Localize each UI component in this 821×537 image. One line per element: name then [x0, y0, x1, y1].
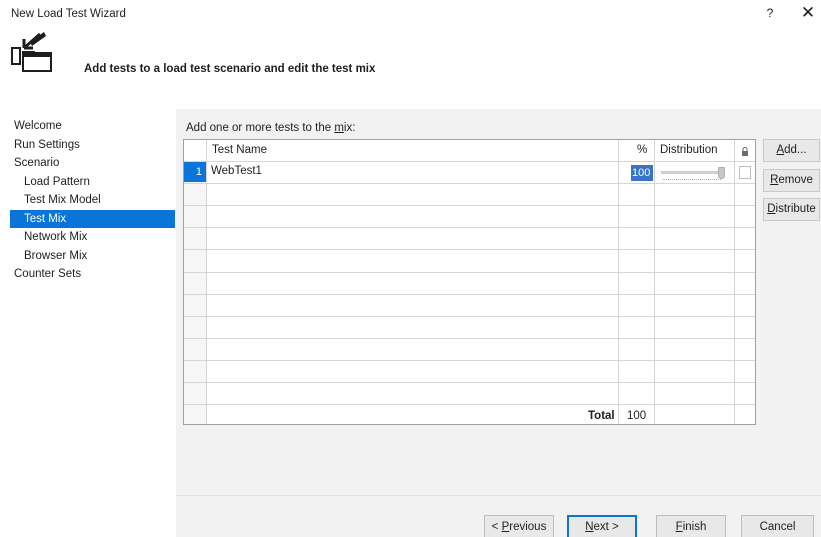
test-mix-grid[interactable]: Test Name % Distribution 1 WebTest1 100 …	[183, 139, 756, 425]
grid-row-divider	[184, 315, 755, 317]
grid-row-divider	[184, 293, 755, 295]
column-header-test-name[interactable]: Test Name	[212, 144, 267, 156]
percent-input[interactable]: 100	[631, 165, 653, 181]
column-header-percent[interactable]: %	[637, 144, 647, 156]
title-bar: New Load Test Wizard ? ✕	[0, 0, 821, 30]
total-value: 100	[627, 410, 647, 422]
grid-row-divider	[184, 404, 755, 406]
row-number[interactable]: 1	[184, 162, 206, 182]
cancel-button[interactable]: Cancel	[741, 515, 814, 537]
grid-row-divider	[184, 337, 755, 339]
slider-thumb[interactable]	[718, 167, 725, 179]
sidebar-item-network-mix[interactable]: Network Mix	[10, 228, 175, 247]
grid-row-divider	[184, 161, 755, 162]
sidebar-item-counter-sets[interactable]: Counter Sets	[10, 265, 175, 284]
sidebar-item-welcome[interactable]: Welcome	[10, 117, 175, 136]
finish-button[interactable]: Finish	[656, 515, 726, 537]
close-button[interactable]: ✕	[798, 3, 818, 25]
total-label: Total	[588, 410, 615, 422]
wizard-load-test-icon	[11, 32, 52, 72]
grid-row-divider	[184, 271, 755, 273]
sidebar-item-test-mix[interactable]: Test Mix	[10, 209, 175, 228]
remove-button[interactable]: Remove	[763, 169, 820, 192]
footer-divider	[176, 495, 821, 496]
sidebar-item-test-mix-model[interactable]: Test Mix Model	[10, 191, 175, 210]
next-button[interactable]: Next >	[567, 515, 637, 537]
sidebar-item-scenario[interactable]: Scenario	[10, 154, 175, 173]
slider-ticks	[663, 179, 721, 182]
column-header-distribution[interactable]: Distribution	[660, 144, 718, 156]
window-title: New Load Test Wizard	[11, 8, 126, 20]
lock-checkbox[interactable]	[739, 166, 751, 179]
page-heading: Add tests to a load test scenario and ed…	[84, 63, 376, 75]
help-button[interactable]: ?	[762, 6, 778, 24]
sidebar-item-run-settings[interactable]: Run Settings	[10, 136, 175, 155]
distribution-slider[interactable]	[661, 167, 727, 183]
grid-row-divider	[184, 382, 755, 383]
test-name-cell[interactable]: WebTest1	[211, 165, 262, 177]
slider-track	[661, 171, 721, 174]
grid-row-divider	[184, 359, 755, 361]
grid-row-divider	[184, 249, 755, 251]
sidebar-item-load-pattern[interactable]: Load Pattern	[10, 173, 175, 192]
add-button[interactable]: Add...	[763, 139, 820, 162]
distribute-button[interactable]: Distribute	[763, 198, 820, 221]
grid-row-divider	[184, 205, 755, 207]
mix-instruction-label: Add one or more tests to the mix:	[186, 122, 356, 134]
sidebar-item-browser-mix[interactable]: Browser Mix	[10, 247, 175, 266]
grid-row-divider	[184, 183, 755, 185]
lock-icon	[742, 147, 748, 156]
grid-row-divider	[184, 227, 755, 229]
previous-button[interactable]: < Previous	[484, 515, 554, 537]
wizard-steps-nav: Welcome Run Settings Scenario Load Pattern T…	[10, 117, 175, 284]
